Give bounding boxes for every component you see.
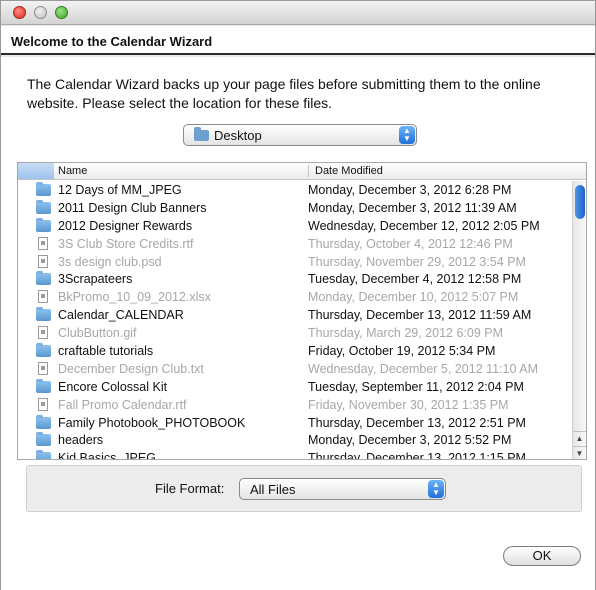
- file-name: 3s design club.psd: [58, 254, 162, 269]
- scroll-thumb[interactable]: [575, 185, 585, 219]
- vertical-scrollbar[interactable]: ▲ ▼: [572, 181, 586, 459]
- zoom-window-button[interactable]: [55, 6, 68, 19]
- calendar-wizard-window: Welcome to the Calendar Wizard The Calen…: [0, 0, 596, 590]
- file-name: ClubButton.gif: [58, 326, 137, 341]
- file-date-modified: Monday, December 3, 2012 5:52 PM: [308, 433, 512, 448]
- file-row: Fall Promo Calendar.rtf Friday, November …: [18, 396, 568, 414]
- file-row[interactable]: 2011 Design Club Banners Monday, December…: [18, 199, 568, 217]
- file-name: 2012 Designer Rewards: [58, 218, 193, 233]
- file-date-modified: Wednesday, December 5, 2012 11:10 AM: [308, 361, 538, 376]
- close-window-button[interactable]: [13, 6, 26, 19]
- file-row[interactable]: Calendar_CALENDAR Thursday, December 13, …: [18, 306, 568, 324]
- file-row[interactable]: Encore Colossal Kit Tuesday, September 11…: [18, 378, 568, 396]
- file-name: 3Scrapateers: [58, 272, 133, 287]
- file-date-modified: Friday, October 19, 2012 5:34 PM: [308, 344, 496, 359]
- file-name: 3S Club Store Credits.rtf: [58, 236, 194, 251]
- file-row: BkPromo_10_09_2012.xlsx Monday, December …: [18, 288, 568, 306]
- file-row: ClubButton.gif Thursday, March 29, 2012 6…: [18, 324, 568, 342]
- folder-icon: [36, 450, 51, 459]
- file-date-modified: Tuesday, December 4, 2012 12:58 PM: [308, 272, 522, 287]
- document-icon: [38, 326, 48, 340]
- file-row[interactable]: headers Monday, December 3, 2012 5:52 PM: [18, 431, 568, 449]
- document-icon: [38, 254, 48, 268]
- file-date-modified: Monday, December 10, 2012 5:07 PM: [308, 290, 519, 305]
- file-row: December Design Club.txt Wednesday, Decem…: [18, 360, 568, 378]
- file-date-modified: Thursday, December 13, 2012 2:51 PM: [308, 415, 526, 430]
- folder-icon: [36, 414, 51, 429]
- file-name: BkPromo_10_09_2012.xlsx: [58, 290, 211, 305]
- file-date-modified: Monday, December 3, 2012 11:39 AM: [308, 200, 517, 215]
- document-icon: [38, 236, 48, 250]
- file-name: Family Photobook_PHOTOBOOK: [58, 415, 246, 430]
- file-name: craftable tutorials: [58, 344, 154, 359]
- file-format-popup[interactable]: All Files ▲ ▼: [239, 478, 446, 500]
- minimize-window-button[interactable]: [34, 6, 47, 19]
- file-name: Kid Basics_JPEG: [58, 451, 156, 460]
- folder-icon: [36, 378, 51, 393]
- file-name: 12 Days of MM_JPEG: [58, 183, 182, 197]
- file-format-value: All Files: [250, 482, 296, 497]
- wizard-header: Welcome to the Calendar Wizard: [1, 26, 595, 55]
- file-row[interactable]: Family Photobook_PHOTOBOOK Thursday, Dece…: [18, 414, 568, 432]
- file-name: Encore Colossal Kit: [58, 379, 168, 394]
- folder-icon: [36, 432, 51, 447]
- file-date-modified: Tuesday, September 11, 2012 2:04 PM: [308, 379, 524, 394]
- file-row: 3S Club Store Credits.rtf Thursday, Octob…: [18, 235, 568, 253]
- popup-stepper-icon: ▲ ▼: [428, 480, 444, 498]
- column-header-name[interactable]: Name: [58, 165, 87, 177]
- file-row[interactable]: Kid Basics_JPEG Thursday, December 13, 20…: [18, 449, 568, 460]
- file-date-modified: Thursday, December 13, 2012 11:59 AM: [308, 308, 532, 323]
- document-icon: [38, 361, 48, 375]
- file-name: headers: [58, 433, 104, 448]
- folder-icon: [36, 271, 51, 286]
- folder-icon: [36, 307, 51, 322]
- file-row[interactable]: 3Scrapateers Tuesday, December 4, 2012 12…: [18, 270, 568, 288]
- file-row[interactable]: 2012 Designer Rewards Wednesday, December…: [18, 217, 568, 235]
- file-name: Calendar_CALENDAR: [58, 308, 184, 323]
- scroll-down-arrow-icon[interactable]: ▼: [573, 446, 586, 459]
- file-format-panel: File Format: All Files ▲ ▼: [26, 465, 582, 512]
- file-browser: Name Date Modified 12 Days of MM_JPEG Mon…: [17, 162, 587, 460]
- file-date-modified: Thursday, November 29, 2012 3:54 PM: [308, 254, 526, 269]
- file-date-modified: Thursday, March 29, 2012 6:09 PM: [308, 326, 504, 341]
- folder-icon: [36, 217, 51, 232]
- folder-icon: [36, 182, 51, 196]
- ok-button[interactable]: OK: [503, 546, 581, 566]
- intro-text: The Calendar Wizard backs up your page f…: [27, 76, 541, 111]
- file-row: 3s design club.psd Thursday, November 29,…: [18, 253, 568, 271]
- file-date-modified: Friday, November 30, 2012 1:35 PM: [308, 397, 509, 412]
- wizard-title: Welcome to the Calendar Wizard: [11, 34, 213, 49]
- file-date-modified: Wednesday, December 12, 2012 2:05 PM: [308, 218, 540, 233]
- folder-icon: [36, 199, 51, 214]
- location-popup[interactable]: Desktop ▲ ▼: [183, 124, 417, 146]
- file-row[interactable]: craftable tutorials Friday, October 19, 2…: [18, 342, 568, 360]
- wizard-body: The Calendar Wizard backs up your page f…: [1, 57, 595, 590]
- file-format-label: File Format:: [155, 481, 225, 496]
- folder-icon: [194, 127, 209, 141]
- popup-stepper-icon: ▲ ▼: [399, 126, 415, 144]
- file-date-modified: Thursday, December 13, 2012 1:15 PM: [308, 451, 526, 460]
- file-name: December Design Club.txt: [58, 361, 204, 376]
- document-icon: [38, 290, 48, 304]
- sort-indicator: [18, 163, 54, 179]
- file-date-modified: Thursday, October 4, 2012 12:46 PM: [308, 236, 513, 251]
- column-header-date[interactable]: Date Modified: [308, 165, 383, 177]
- column-header: Name Date Modified: [18, 163, 586, 180]
- file-name: Fall Promo Calendar.rtf: [58, 397, 187, 412]
- file-name: 2011 Design Club Banners: [58, 200, 207, 215]
- document-icon: [38, 397, 48, 411]
- scroll-up-arrow-icon[interactable]: ▲: [573, 431, 586, 445]
- location-popup-value: Desktop: [214, 128, 262, 143]
- file-row[interactable]: 12 Days of MM_JPEG Monday, December 3, 20…: [18, 181, 568, 199]
- title-bar[interactable]: [1, 1, 595, 25]
- file-list: 12 Days of MM_JPEG Monday, December 3, 20…: [18, 181, 568, 460]
- file-date-modified: Monday, December 3, 2012 6:28 PM: [308, 183, 512, 197]
- folder-icon: [36, 343, 51, 358]
